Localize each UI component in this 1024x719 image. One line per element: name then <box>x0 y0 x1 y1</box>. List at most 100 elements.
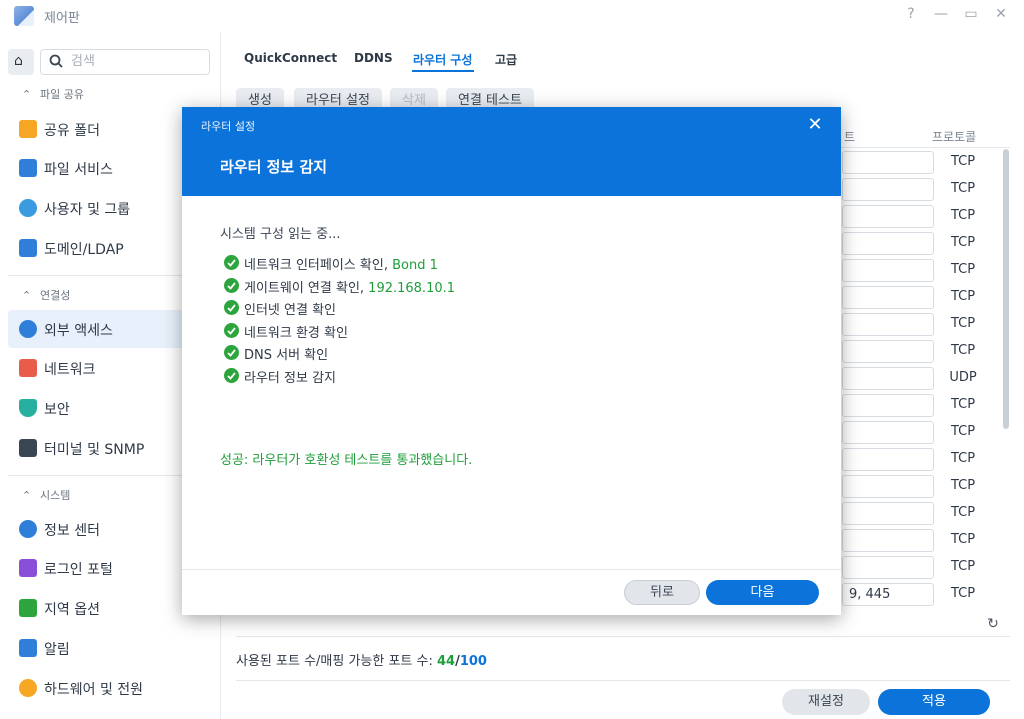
section-header-system[interactable]: ⌃ 시스템 <box>22 487 70 503</box>
search-icon <box>49 54 63 68</box>
port-field[interactable] <box>842 502 934 525</box>
port-field[interactable] <box>842 151 934 174</box>
protocol-cell: TCP <box>950 397 976 412</box>
divider <box>236 680 1010 681</box>
external-access-icon <box>19 320 37 338</box>
protocol-cell: TCP <box>950 181 976 196</box>
divider <box>182 569 841 570</box>
back-button[interactable]: 뒤로 <box>624 580 700 605</box>
search-input[interactable] <box>71 54 201 69</box>
minimize-icon[interactable]: — <box>932 6 950 22</box>
port-count: 사용된 포트 수/매핑 가능한 포트 수: 44/100 <box>236 654 487 669</box>
file-services-icon <box>19 159 37 177</box>
tab-quickconnect[interactable]: QuickConnect <box>244 51 337 65</box>
port-field[interactable] <box>842 556 934 579</box>
port-field[interactable] <box>842 475 934 498</box>
column-header-protocol[interactable]: 프로토콜 <box>932 128 976 145</box>
table-scrollbar[interactable] <box>1003 149 1009 429</box>
protocol-cell: TCP <box>950 586 976 601</box>
chevron-up-icon: ⌃ <box>22 88 32 101</box>
users-icon <box>19 199 37 217</box>
protocol-cell: TCP <box>950 262 976 277</box>
port-field[interactable] <box>842 340 934 363</box>
protocol-cell: TCP <box>950 289 976 304</box>
check-circle-icon <box>224 368 239 383</box>
tab-advanced[interactable]: 고급 <box>495 51 517 68</box>
close-icon[interactable]: ✕ <box>805 114 825 135</box>
tab-router-config[interactable]: 라우터 구성 <box>413 51 472 68</box>
port-field[interactable] <box>842 205 934 228</box>
home-button[interactable]: ⌂ <box>8 49 34 75</box>
protocol-cell: TCP <box>950 235 976 250</box>
dialog-window-title: 라우터 설정 <box>201 120 256 133</box>
check-circle-icon <box>224 277 239 293</box>
protocol-cell: TCP <box>950 208 976 223</box>
terminal-icon <box>19 439 37 457</box>
check-circle-icon <box>224 255 239 270</box>
active-tab-indicator <box>412 70 474 72</box>
protocol-cell: TCP <box>950 154 976 169</box>
check-label: 인터넷 연결 확인 <box>244 303 336 319</box>
regional-icon <box>19 599 37 617</box>
search-box[interactable] <box>40 49 210 75</box>
notification-icon <box>19 639 37 657</box>
reset-button[interactable]: 재설정 <box>782 689 870 715</box>
check-label: 게이트웨이 연결 확인, 192.168.10.1 <box>244 280 456 296</box>
home-icon: ⌂ <box>14 53 23 69</box>
info-icon <box>19 520 37 538</box>
port-field[interactable] <box>842 367 934 390</box>
success-message: 성공: 라우터가 호환성 테스트를 통과했습니다. <box>220 453 473 468</box>
shield-icon <box>19 399 37 417</box>
port-field[interactable] <box>842 232 934 255</box>
check-circle-icon <box>224 300 239 316</box>
dialog-title: 라우터 정보 감지 <box>220 158 328 176</box>
refresh-icon[interactable]: ↻ <box>984 616 1002 634</box>
protocol-cell: TCP <box>950 451 976 466</box>
help-icon[interactable]: ? <box>902 6 920 22</box>
control-panel-icon <box>14 6 34 26</box>
apply-button[interactable]: 적용 <box>878 689 990 715</box>
bulb-icon <box>19 679 37 697</box>
close-window-icon[interactable]: ✕ <box>992 6 1010 22</box>
port-field[interactable] <box>842 421 934 444</box>
port-field[interactable] <box>842 313 934 336</box>
router-settings-dialog: 라우터 설정 ✕ 라우터 정보 감지 시스템 구성 읽는 중... 네트워크 인… <box>182 107 841 615</box>
dialog-body: 시스템 구성 읽는 중... 네트워크 인터페이스 확인, Bond 1 게이트웨… <box>182 196 841 568</box>
title-bar: 제어판 ? — ▭ ✕ <box>0 0 1024 32</box>
protocol-cell: TCP <box>950 505 976 520</box>
protocol-cell: TCP <box>950 316 976 331</box>
check-label: DNS 서버 확인 <box>244 348 329 364</box>
dialog-header: 라우터 설정 ✕ 라우터 정보 감지 <box>182 107 841 196</box>
protocol-cell: TCP <box>950 343 976 358</box>
check-label: 네트워크 환경 확인 <box>244 325 348 341</box>
domain-icon <box>19 239 37 257</box>
check-label: 라우터 정보 감지 <box>244 371 336 386</box>
check-label: 네트워크 인터페이스 확인, Bond 1 <box>244 258 438 273</box>
column-header-port[interactable]: 트 <box>844 128 855 145</box>
port-field[interactable] <box>842 394 934 417</box>
section-header-file-sharing[interactable]: ⌃ 파일 공유 <box>22 86 84 102</box>
window-title: 제어판 <box>44 11 80 26</box>
maximize-icon[interactable]: ▭ <box>962 6 980 22</box>
status-reading: 시스템 구성 읽는 중... <box>220 227 341 242</box>
protocol-cell: TCP <box>950 559 976 574</box>
check-circle-icon <box>224 322 239 338</box>
chevron-up-icon: ⌃ <box>22 289 32 302</box>
port-field[interactable] <box>842 448 934 471</box>
port-field[interactable] <box>842 286 934 309</box>
login-portal-icon <box>19 559 37 577</box>
section-header-connectivity[interactable]: ⌃ 연결성 <box>22 287 70 303</box>
protocol-cell: UDP <box>949 370 977 385</box>
port-field[interactable]: 9, 445 <box>842 583 934 606</box>
sidebar-item-notification[interactable]: 알림 <box>8 629 213 667</box>
protocol-cell: TCP <box>950 478 976 493</box>
sidebar-item-hardware-power[interactable]: 하드웨어 및 전원 <box>8 669 213 707</box>
port-field[interactable] <box>842 178 934 201</box>
port-field[interactable] <box>842 259 934 282</box>
port-field[interactable] <box>842 529 934 552</box>
protocol-cell: TCP <box>950 424 976 439</box>
next-button[interactable]: 다음 <box>706 580 819 605</box>
house-icon <box>19 359 37 377</box>
tab-ddns[interactable]: DDNS <box>354 51 393 65</box>
chevron-up-icon: ⌃ <box>22 489 32 502</box>
